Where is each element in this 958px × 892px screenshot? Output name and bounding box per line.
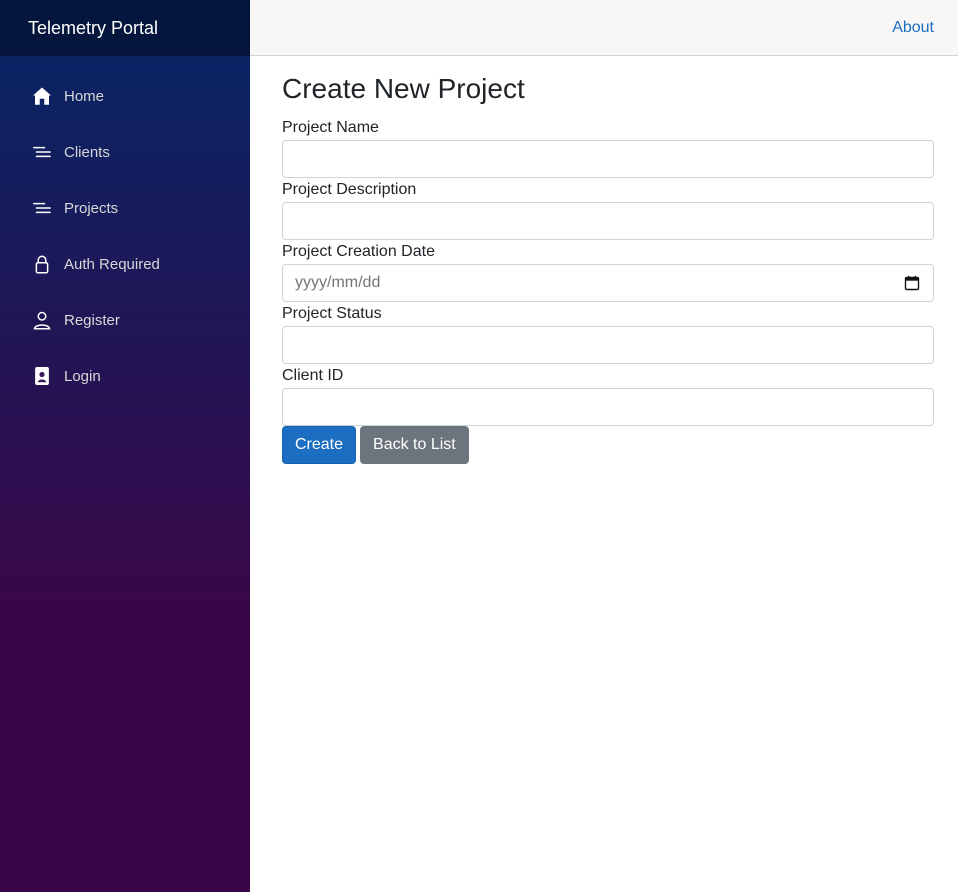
project-creation-date-label: Project Creation Date xyxy=(282,243,435,260)
sidebar-item-register[interactable]: Register xyxy=(0,292,250,348)
project-name-label: Project Name xyxy=(282,119,379,136)
list-icon xyxy=(32,198,52,218)
project-creation-date-field xyxy=(282,264,934,302)
sidebar-item-label: Login xyxy=(64,367,101,385)
project-status-label: Project Status xyxy=(282,305,382,322)
about-link[interactable]: About xyxy=(892,19,934,37)
sidebar-item-login[interactable]: Login xyxy=(0,348,250,404)
list-icon xyxy=(32,142,52,162)
brand-link[interactable]: Telemetry Portal xyxy=(28,18,158,39)
sidebar-item-label: Projects xyxy=(64,199,119,217)
person-icon xyxy=(32,310,52,330)
page-title: Create New Project xyxy=(282,73,525,104)
project-name-input[interactable] xyxy=(282,140,934,178)
sidebar-item-label: Home xyxy=(64,87,105,105)
main-content: Create New Project Project Name Project … xyxy=(282,56,934,464)
back-to-list-button[interactable]: Back to List xyxy=(360,426,469,464)
brand-bar: Telemetry Portal xyxy=(0,0,250,56)
lock-icon xyxy=(32,254,52,274)
form-buttons: Create Back to List xyxy=(282,426,934,464)
sidebar: Telemetry Portal Home Clients Projects A… xyxy=(0,0,250,892)
client-id-input[interactable] xyxy=(282,388,934,426)
calendar-icon[interactable] xyxy=(904,275,920,291)
sidebar-item-auth-required[interactable]: Auth Required xyxy=(0,236,250,292)
sidebar-item-home[interactable]: Home xyxy=(0,68,250,124)
project-description-label: Project Description xyxy=(282,181,417,198)
project-creation-date-input[interactable] xyxy=(282,264,934,302)
sidebar-item-projects[interactable]: Projects xyxy=(0,180,250,236)
nav-menu: Home Clients Projects Auth Required Regi… xyxy=(0,56,250,404)
project-status-input[interactable] xyxy=(282,326,934,364)
top-bar: About xyxy=(250,0,958,56)
sidebar-item-label: Auth Required xyxy=(64,255,160,273)
sidebar-item-clients[interactable]: Clients xyxy=(0,124,250,180)
project-description-input[interactable] xyxy=(282,202,934,240)
id-badge-icon xyxy=(32,366,52,386)
create-button[interactable]: Create xyxy=(282,426,357,464)
sidebar-item-label: Clients xyxy=(64,143,110,161)
sidebar-item-label: Register xyxy=(64,311,120,329)
home-icon xyxy=(32,86,52,106)
client-id-label: Client ID xyxy=(282,367,344,384)
